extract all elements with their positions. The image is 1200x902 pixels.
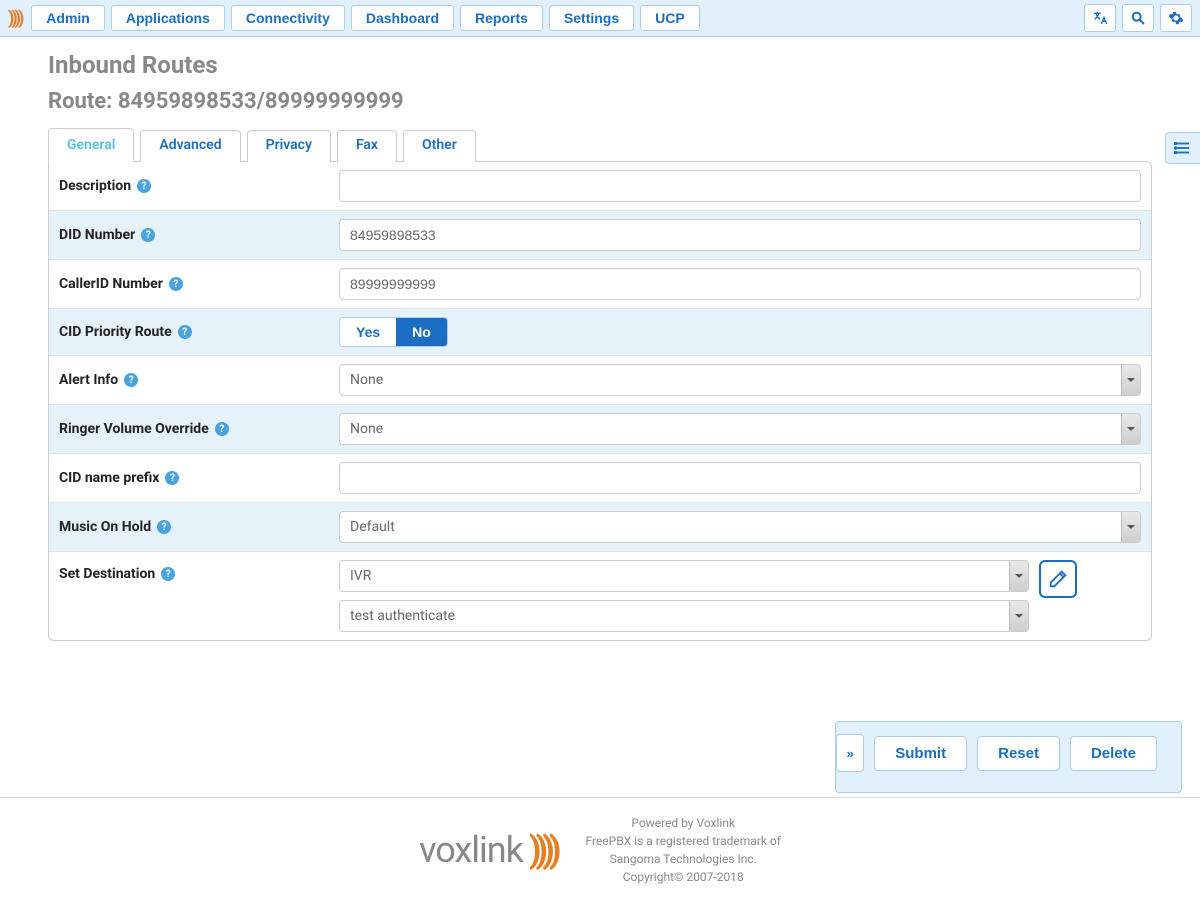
search-icon[interactable] (1122, 4, 1154, 32)
help-icon[interactable]: ? (215, 422, 229, 436)
nav-admin[interactable]: Admin (31, 5, 105, 31)
footer-brand-text: voxlink (419, 829, 523, 871)
help-icon[interactable]: ? (137, 179, 151, 193)
footer-line: Copyright© 2007-2018 (585, 868, 780, 886)
nav-connectivity[interactable]: Connectivity (231, 5, 345, 31)
tab-general[interactable]: General (48, 128, 134, 162)
footer-line: FreePBX is a registered trademark of (585, 832, 780, 850)
row-music-on-hold: Music On Hold? Default (49, 503, 1151, 552)
edit-destination-icon[interactable] (1039, 560, 1077, 598)
row-alert-info: Alert Info? None (49, 356, 1151, 405)
top-navbar: )))) Admin Applications Connectivity Das… (0, 0, 1200, 37)
form-panel: Description? DID Number? CallerID Number… (48, 161, 1152, 641)
cid-priority-yes[interactable]: Yes (340, 318, 396, 346)
help-icon[interactable]: ? (124, 373, 138, 387)
delete-button[interactable]: Delete (1070, 736, 1157, 771)
help-icon[interactable]: ? (169, 277, 183, 291)
side-list-toggle[interactable] (1165, 132, 1200, 164)
tab-fax[interactable]: Fax (337, 130, 397, 162)
action-button-bar: » Submit Reset Delete (835, 721, 1182, 793)
alert-info-select[interactable]: None (339, 364, 1141, 396)
footer-logo: voxlink )))) (419, 829, 555, 871)
label-ringer-vol: Ringer Volume Override (59, 421, 209, 437)
help-icon[interactable]: ? (161, 567, 175, 581)
nav-applications[interactable]: Applications (111, 5, 225, 31)
nav-reports[interactable]: Reports (460, 5, 543, 31)
help-icon[interactable]: ? (141, 228, 155, 242)
row-description: Description? (49, 162, 1151, 211)
tab-privacy[interactable]: Privacy (247, 130, 331, 162)
logo-icon: )))) (8, 8, 21, 29)
label-cid-prefix: CID name prefix (59, 470, 159, 486)
footer: voxlink )))) Powered by Voxlink FreePBX … (0, 797, 1200, 902)
help-icon[interactable]: ? (178, 325, 192, 339)
row-cid-priority: CID Priority Route? Yes No (49, 309, 1151, 356)
label-moh: Music On Hold (59, 519, 151, 535)
did-number-input[interactable] (339, 219, 1141, 251)
tab-row: General Advanced Privacy Fax Other (48, 128, 1152, 162)
gear-icon[interactable] (1160, 4, 1192, 32)
description-input[interactable] (339, 170, 1141, 202)
help-icon[interactable]: ? (157, 520, 171, 534)
nav-dashboard[interactable]: Dashboard (351, 5, 454, 31)
row-cid-prefix: CID name prefix? (49, 454, 1151, 503)
nav-settings[interactable]: Settings (549, 5, 634, 31)
label-did: DID Number (59, 227, 135, 243)
footer-line: Powered by Voxlink (585, 814, 780, 832)
ringer-volume-select[interactable]: None (339, 413, 1141, 445)
language-icon[interactable] (1084, 4, 1116, 32)
callerid-number-input[interactable] (339, 268, 1141, 300)
page-title: Inbound Routes (48, 51, 1152, 79)
row-set-destination: Set Destination? IVR test authenticate (49, 552, 1151, 640)
footer-line: Sangoma Technologies Inc. (585, 850, 780, 868)
route-title: Route: 84959898533/89999999999 (48, 89, 1152, 114)
footer-logo-icon: )))) (529, 829, 556, 871)
label-cid-priority: CID Priority Route (59, 324, 172, 340)
destination-type-select[interactable]: IVR (339, 560, 1029, 592)
collapse-button[interactable]: » (836, 734, 864, 772)
nav-ucp[interactable]: UCP (640, 5, 700, 31)
row-did-number: DID Number? (49, 211, 1151, 260)
submit-button[interactable]: Submit (874, 736, 967, 771)
reset-button[interactable]: Reset (977, 736, 1060, 771)
cid-priority-toggle: Yes No (339, 317, 448, 347)
help-icon[interactable]: ? (165, 471, 179, 485)
footer-text: Powered by Voxlink FreePBX is a register… (585, 814, 780, 886)
tab-other[interactable]: Other (403, 130, 476, 162)
tab-advanced[interactable]: Advanced (140, 130, 240, 162)
moh-select[interactable]: Default (339, 511, 1141, 543)
label-description: Description (59, 178, 131, 194)
row-callerid-number: CallerID Number? (49, 260, 1151, 309)
row-ringer-volume: Ringer Volume Override? None (49, 405, 1151, 454)
destination-value-select[interactable]: test authenticate (339, 600, 1029, 632)
cid-priority-no[interactable]: No (396, 318, 447, 346)
label-set-destination: Set Destination (59, 566, 155, 582)
label-callerid: CallerID Number (59, 276, 163, 292)
cid-prefix-input[interactable] (339, 462, 1141, 494)
label-alert-info: Alert Info (59, 372, 118, 388)
